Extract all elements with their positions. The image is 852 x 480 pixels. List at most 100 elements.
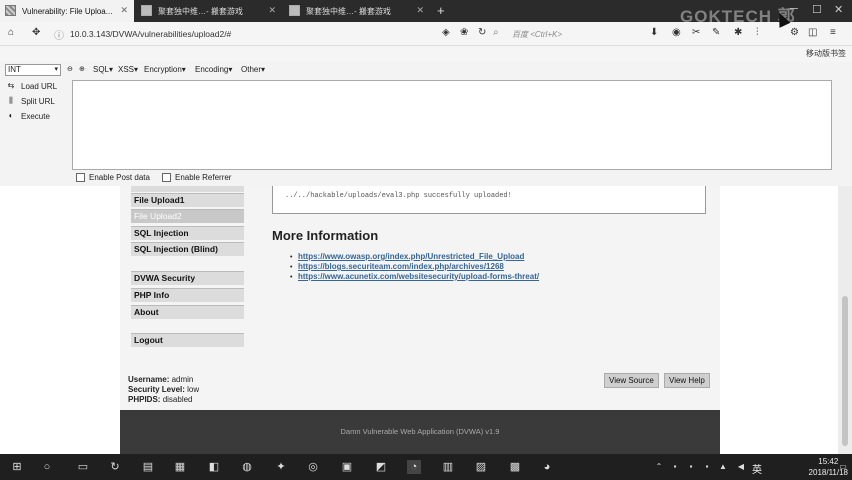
hackbar-toolbar: INT ⊖ ⊕ SQL▾ XSS▾ Encryption▾ Encoding▾ … <box>0 62 852 78</box>
account-icon[interactable]: ◉ <box>672 27 681 38</box>
tab-2[interactable]: 聚套独中维…- 搬套游戏 ✕ <box>136 0 282 22</box>
upload-success-message: ../../hackable/uploads/eval3.php succesf… <box>285 192 512 200</box>
tray-icon[interactable]: ▪ <box>700 460 714 474</box>
library-icon[interactable]: ⫶ <box>756 27 759 38</box>
app-pinned-icon[interactable]: ◕ <box>540 460 554 474</box>
notes-icon[interactable]: ✱ <box>734 27 742 38</box>
username-label: Username: <box>128 375 170 384</box>
new-tab-icon[interactable]: + <box>437 3 445 18</box>
sidebar-icon[interactable]: ◫ <box>808 27 817 38</box>
file-explorer-icon[interactable]: ▤ <box>141 460 155 474</box>
ime-indicator[interactable]: 英 <box>752 461 762 476</box>
securiteam-link[interactable]: https://blogs.securiteam.com/index.php/a… <box>298 262 504 271</box>
xss-menu[interactable]: XSS▾ <box>118 65 138 74</box>
app-pinned-icon[interactable]: ▩ <box>508 460 522 474</box>
app-pinned-icon[interactable]: ◩ <box>374 460 388 474</box>
hackbar-url-textarea[interactable] <box>72 80 832 170</box>
menu-icon[interactable]: ≡ <box>830 27 836 38</box>
addon-icon[interactable]: ⚙ <box>790 27 799 38</box>
checkbox-box[interactable] <box>162 173 171 182</box>
split-url-label: Split URL <box>21 96 55 106</box>
page-scrollbar[interactable] <box>838 186 852 454</box>
execute-icon: ◐ <box>8 111 14 120</box>
load-url-button[interactable]: ⇆ Load URL <box>6 81 57 91</box>
tab-label: Vulnerability: File Uploa... <box>22 6 113 16</box>
sidebar-item-php-info[interactable]: PHP Info <box>131 288 244 302</box>
tray-icon[interactable]: ▪ <box>668 460 682 474</box>
enable-post-data-checkbox[interactable]: Enable Post data <box>76 173 150 182</box>
app-pinned-icon[interactable]: ↻ <box>108 460 122 474</box>
phpids-label: PHPIDS: <box>128 395 161 404</box>
notifications-icon[interactable]: ▭ <box>836 460 850 474</box>
next-icon[interactable]: ⊕ <box>79 65 85 73</box>
reader-icon[interactable]: ❀ <box>460 27 468 38</box>
tab-dvwa[interactable]: Vulnerability: File Uploa... ✕ <box>0 0 134 22</box>
app-pinned-icon[interactable]: ◎ <box>306 460 320 474</box>
encryption-menu[interactable]: Encryption▾ <box>144 65 186 74</box>
dvwa-page: File Upload1 File Upload2 SQL Injection … <box>120 186 720 410</box>
shield-icon[interactable]: ◈ <box>442 27 450 38</box>
close-tab-icon[interactable]: ✕ <box>120 5 128 16</box>
sidebar-item-partial[interactable] <box>131 186 244 192</box>
app-pinned-icon[interactable]: ▣ <box>340 460 354 474</box>
mobile-bookmarks-link[interactable]: 移动版书签 <box>806 48 846 59</box>
load-url-icon: ⇆ <box>7 81 15 90</box>
chrome-icon[interactable]: ◍ <box>240 460 254 474</box>
tray-icon[interactable]: ▪ <box>684 460 698 474</box>
sidebar-item-logout[interactable]: Logout <box>131 333 244 347</box>
sidebar-item-file-upload1[interactable]: File Upload1 <box>131 193 244 207</box>
checkbox-label: Enable Post data <box>89 173 150 182</box>
firefox-icon[interactable]: ◔ <box>407 460 421 474</box>
store-icon[interactable]: ▦ <box>173 460 187 474</box>
windows-start-icon[interactable]: ⊞ <box>10 460 24 474</box>
close-tab-icon[interactable]: ✕ <box>416 5 424 16</box>
bullet-icon: • <box>290 274 293 281</box>
task-view-icon[interactable]: ▭ <box>76 460 90 474</box>
tray-up-icon[interactable]: ⌃ <box>652 460 666 474</box>
view-source-button[interactable]: View Source <box>604 373 659 388</box>
acunetix-link[interactable]: https://www.acunetix.com/websitesecurity… <box>298 272 539 281</box>
cortana-icon[interactable]: ○ <box>40 460 54 474</box>
int-select[interactable]: INT <box>5 64 61 76</box>
home-icon[interactable]: ⌂ <box>8 27 14 38</box>
enable-referrer-checkbox[interactable]: Enable Referrer <box>162 173 231 182</box>
sidebar-item-sql-injection[interactable]: SQL Injection <box>131 226 244 240</box>
load-url-label: Load URL <box>21 81 58 91</box>
bookmark-bar: 移动版书签 <box>0 46 852 62</box>
view-help-button[interactable]: View Help <box>664 373 710 388</box>
close-tab-icon[interactable]: ✕ <box>268 5 276 16</box>
encoding-menu[interactable]: Encoding▾ <box>195 65 232 74</box>
sidebar-item-sql-injection-blind[interactable]: SQL Injection (Blind) <box>131 242 244 256</box>
app-pinned-icon[interactable]: ▥ <box>441 460 455 474</box>
page-footer: Damn Vulnerable Web Application (DVWA) v… <box>120 410 720 454</box>
download-icon[interactable]: ⬇ <box>650 27 658 38</box>
network-icon[interactable]: ▲ <box>716 460 730 474</box>
scrollbar-thumb[interactable] <box>842 296 848 446</box>
reload-icon[interactable]: ↻ <box>478 27 486 38</box>
screenshot-icon[interactable]: ✂ <box>692 27 700 38</box>
url-field[interactable]: 10.0.3.143/DVWA/vulnerabilities/upload2/… <box>52 25 472 43</box>
sql-menu[interactable]: SQL▾ <box>93 65 113 74</box>
split-url-button[interactable]: ⫼ Split URL <box>6 96 55 106</box>
app-pinned-icon[interactable]: ✦ <box>274 460 288 474</box>
search-input[interactable]: 百度 <Ctrl+K> <box>512 25 642 43</box>
volume-icon[interactable]: ◀ <box>734 460 748 474</box>
page-favicon-icon <box>141 5 152 16</box>
sidebar-item-file-upload2[interactable]: File Upload2 <box>131 209 244 223</box>
more-information-heading: More Information <box>272 228 379 243</box>
sidebar-item-about[interactable]: About <box>131 305 244 319</box>
prev-icon[interactable]: ⊖ <box>67 65 73 73</box>
other-menu[interactable]: Other▾ <box>241 65 265 74</box>
owasp-link[interactable]: https://www.owasp.org/index.php/Unrestri… <box>298 252 524 261</box>
extension-puzzle-icon[interactable]: ✎ <box>712 27 720 38</box>
minimize-icon[interactable]: ─ <box>790 3 798 15</box>
sidebar-item-dvwa-security[interactable]: DVWA Security <box>131 271 244 285</box>
extension-icon[interactable]: ✥ <box>32 27 40 38</box>
tab-3[interactable]: 聚套独中维…- 搬套游戏 ✕ <box>284 0 430 22</box>
app-pinned-icon[interactable]: ◧ <box>207 460 221 474</box>
maximize-icon[interactable]: ☐ <box>812 3 822 16</box>
close-window-icon[interactable]: ✕ <box>834 3 843 16</box>
checkbox-box[interactable] <box>76 173 85 182</box>
app-pinned-icon[interactable]: ▨ <box>474 460 488 474</box>
execute-button[interactable]: ◐ Execute <box>6 111 50 121</box>
